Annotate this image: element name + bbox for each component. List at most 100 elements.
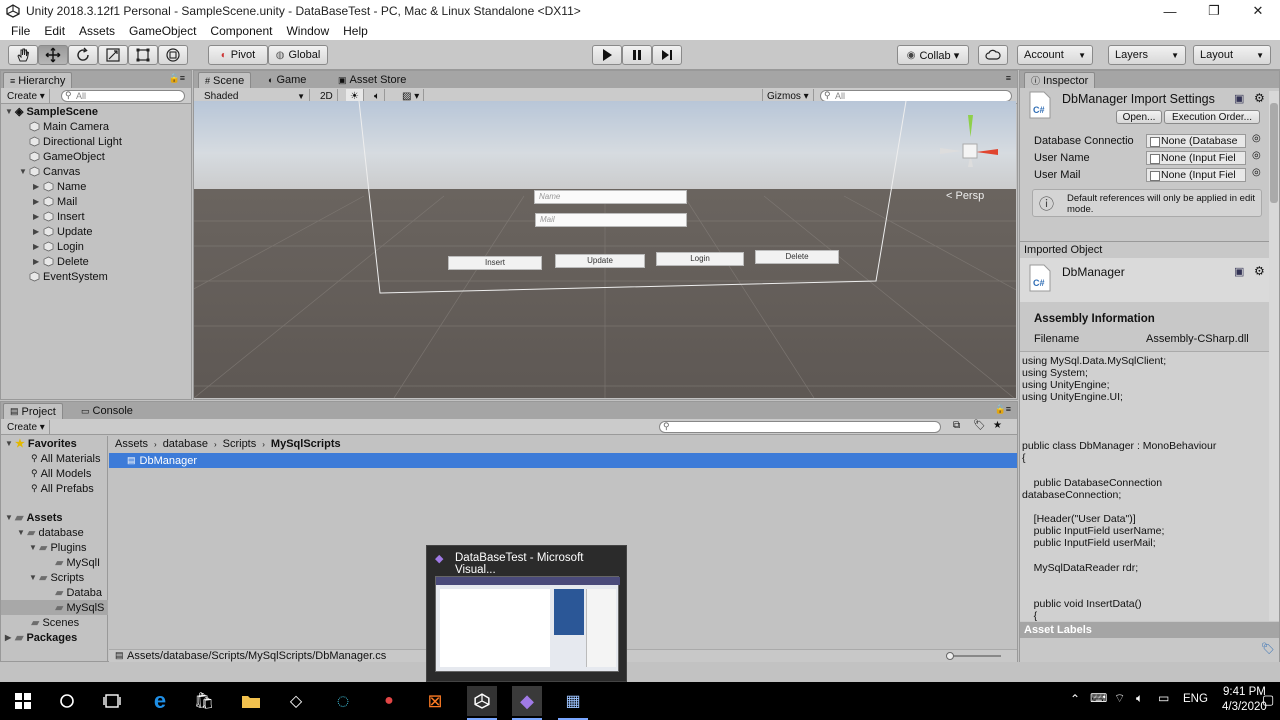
expand-arrow-icon[interactable]: ▼ xyxy=(5,439,15,448)
scene-orientation-gizmo[interactable] xyxy=(936,111,1006,181)
execution-order-button[interactable]: Execution Order... xyxy=(1164,110,1260,124)
move-tool-button[interactable] xyxy=(38,45,68,65)
help-book-icon[interactable]: ▣ xyxy=(1234,265,1244,278)
collapse-arrow-icon[interactable]: ▶ xyxy=(33,197,43,206)
pause-button[interactable] xyxy=(622,45,652,65)
edge-chromium-app[interactable]: ◌ xyxy=(328,686,358,716)
recorder-app[interactable]: ● xyxy=(374,686,404,716)
scene-update-button[interactable]: Update xyxy=(555,254,645,268)
play-button[interactable] xyxy=(592,45,622,65)
collapse-arrow-icon[interactable]: ▶ xyxy=(33,242,43,251)
hierarchy-item-canvas[interactable]: ▼ Canvas xyxy=(19,164,80,179)
gear-icon[interactable]: ⚙ xyxy=(1254,264,1265,278)
breadcrumb-scripts[interactable]: Scripts xyxy=(223,438,257,450)
volume-icon[interactable]: 🔈︎ xyxy=(1136,691,1143,706)
transform-tool-button[interactable] xyxy=(158,45,188,65)
database-tool-app[interactable]: ▦ xyxy=(558,686,588,720)
file-row-dbmanager[interactable]: ▤ DbManager xyxy=(109,453,1017,468)
scene-delete-button[interactable]: Delete xyxy=(755,250,839,264)
menu-help[interactable]: Help xyxy=(336,24,375,38)
hierarchy-item-directional-light[interactable]: Directional Light xyxy=(29,134,122,149)
slider-knob[interactable] xyxy=(946,652,954,660)
taskbar-thumbnail-popup[interactable]: ◆ DataBaseTest - Microsoft Visual... xyxy=(426,545,627,682)
panel-menu-icon[interactable]: 🔒≡ xyxy=(169,73,185,84)
xampp-app[interactable]: ⊠ xyxy=(420,686,450,716)
notifications-icon[interactable]: ▢ xyxy=(1262,692,1274,708)
collapse-arrow-icon[interactable]: ▶ xyxy=(33,257,43,266)
scene-mail-inputfield[interactable]: Mail xyxy=(535,213,687,227)
scale-tool-button[interactable] xyxy=(98,45,128,65)
favorite-all-models[interactable]: ⚲ All Models xyxy=(31,466,91,481)
expand-arrow-icon[interactable]: ▼ xyxy=(5,107,15,116)
rotate-tool-button[interactable] xyxy=(68,45,98,65)
hierarchy-item-delete[interactable]: ▶ Delete xyxy=(33,254,89,269)
scrollbar-thumb[interactable] xyxy=(1270,103,1278,203)
layers-dropdown[interactable]: Layers ▼ xyxy=(1108,45,1186,65)
tag-icon[interactable]: 🏷︎ xyxy=(1261,642,1275,655)
star-filter-icon[interactable]: ★ xyxy=(993,420,1002,431)
expand-arrow-icon[interactable]: ▼ xyxy=(29,573,39,582)
collapse-arrow-icon[interactable]: ▶ xyxy=(33,227,43,236)
menu-gameobject[interactable]: GameObject xyxy=(122,24,203,38)
cloud-button[interactable] xyxy=(978,45,1008,65)
field-user-name[interactable]: None (Input Fiel xyxy=(1146,151,1246,165)
object-picker-icon[interactable]: ◎ xyxy=(1252,167,1261,178)
account-dropdown[interactable]: Account ▼ xyxy=(1017,45,1093,65)
language-indicator[interactable]: ENG xyxy=(1183,693,1208,705)
panel-menu-icon[interactable]: ≡ xyxy=(1006,73,1011,83)
icon-size-slider[interactable] xyxy=(946,652,1001,660)
menu-window[interactable]: Window xyxy=(279,24,336,38)
panel-menu-icon[interactable]: 🔒≡ xyxy=(995,404,1011,415)
language-input-icon[interactable]: ⌨ xyxy=(1090,691,1107,705)
field-user-mail[interactable]: None (Input Fiel xyxy=(1146,168,1246,182)
folder-plugins[interactable]: ▼ ▰ Plugins xyxy=(29,540,87,555)
store-app[interactable]: 🛍︎ xyxy=(189,686,219,716)
collapse-arrow-icon[interactable]: ▶ xyxy=(5,633,15,642)
gear-icon[interactable]: ⚙ xyxy=(1254,91,1265,105)
favorite-all-prefabs[interactable]: ⚲ All Prefabs xyxy=(31,481,94,496)
menu-component[interactable]: Component xyxy=(203,24,279,38)
scene-insert-button[interactable]: Insert xyxy=(448,256,542,270)
expand-arrow-icon[interactable]: ▼ xyxy=(5,513,15,522)
tray-chevron-icon[interactable]: ⌃ xyxy=(1070,692,1080,706)
filter-type-icon[interactable]: ⧉ xyxy=(953,420,960,431)
folder-mysql-scripts[interactable]: ▰ MySqlS xyxy=(1,600,108,615)
packages-row[interactable]: ▶ ▰ Packages xyxy=(5,630,77,645)
project-create-button[interactable]: Create ▾ xyxy=(3,420,50,434)
step-button[interactable] xyxy=(652,45,682,65)
folder-database-scripts[interactable]: ▰ Databa xyxy=(55,585,102,600)
expand-arrow-icon[interactable]: ▼ xyxy=(19,167,29,176)
hierarchy-item-mail[interactable]: ▶ Mail xyxy=(33,194,77,209)
minimize-button[interactable]: — xyxy=(1148,0,1192,22)
hierarchy-search-input[interactable]: All xyxy=(61,90,185,102)
collab-button[interactable]: ◉ Collab ▾ xyxy=(897,45,969,65)
hierarchy-item-name[interactable]: ▶ Name xyxy=(33,179,86,194)
rect-tool-button[interactable] xyxy=(128,45,158,65)
collapse-arrow-icon[interactable]: ▶ xyxy=(33,182,43,191)
field-database-connection[interactable]: None (Database xyxy=(1146,134,1246,148)
search-button[interactable] xyxy=(52,686,82,716)
folder-mysql-plugin[interactable]: ▰ MySqlI xyxy=(55,555,100,570)
hierarchy-item-login[interactable]: ▶ Login xyxy=(33,239,84,254)
folder-scripts[interactable]: ▼ ▰ Scripts xyxy=(29,570,84,585)
favorites-row[interactable]: ▼ ★ Favorites xyxy=(5,436,77,451)
hierarchy-item-gameobject[interactable]: GameObject xyxy=(29,149,105,164)
object-picker-icon[interactable]: ◎ xyxy=(1252,133,1261,144)
hierarchy-create-button[interactable]: Create ▾ xyxy=(3,89,50,103)
open-button[interactable]: Open... xyxy=(1116,110,1162,124)
hierarchy-item-update[interactable]: ▶ Update xyxy=(33,224,92,239)
hierarchy-item-eventsystem[interactable]: EventSystem xyxy=(29,269,108,284)
collapse-arrow-icon[interactable]: ▶ xyxy=(33,212,43,221)
unity-hub-app[interactable]: ◇ xyxy=(281,686,311,716)
tab-console[interactable]: ▭ Console xyxy=(75,403,139,419)
scene-viewport[interactable]: Name Mail Insert Update Login Delete < P… xyxy=(194,101,1016,398)
pivot-button[interactable]: ◐ Pivot xyxy=(208,45,268,65)
visual-studio-app[interactable]: ◆ xyxy=(512,686,542,720)
inspector-scrollbar[interactable] xyxy=(1269,91,1279,621)
assets-row[interactable]: ▼ ▰ Assets xyxy=(5,510,63,525)
hierarchy-item-insert[interactable]: ▶ Insert xyxy=(33,209,85,224)
tab-asset-store[interactable]: ▣ Asset Store xyxy=(332,72,412,88)
help-book-icon[interactable]: ▣ xyxy=(1234,92,1244,105)
expand-arrow-icon[interactable]: ▼ xyxy=(17,528,27,537)
menu-assets[interactable]: Assets xyxy=(72,24,122,38)
